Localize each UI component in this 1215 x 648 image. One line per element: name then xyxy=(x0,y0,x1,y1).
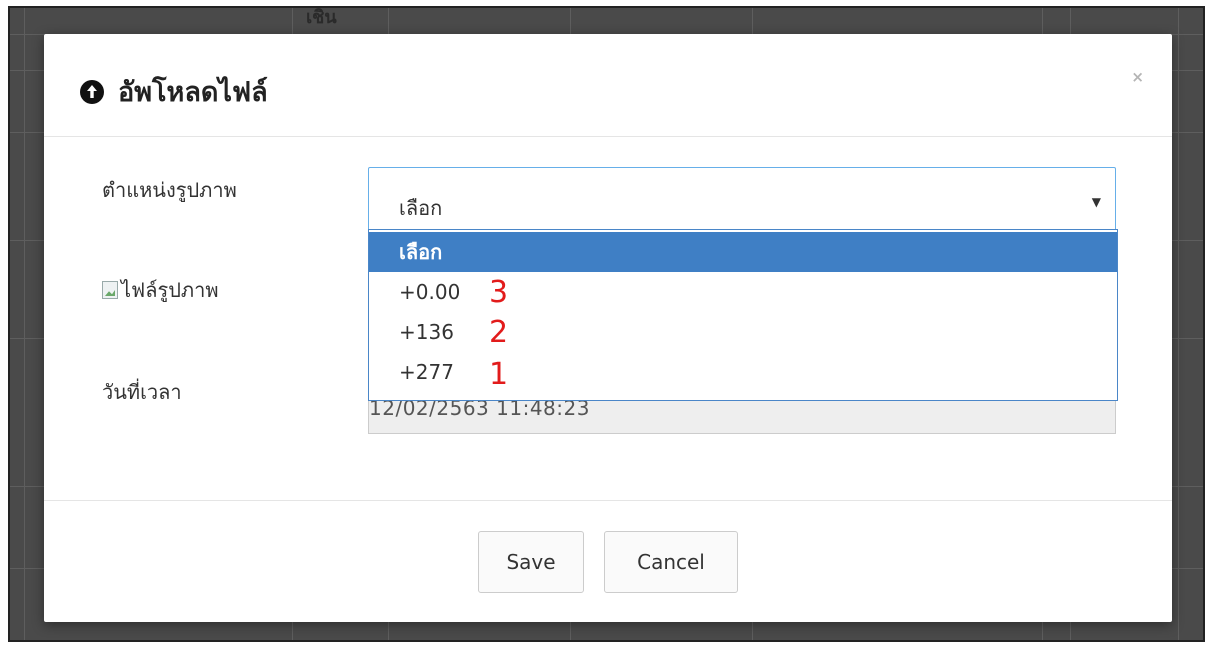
option-277[interactable]: +277 xyxy=(369,352,1117,392)
modal-title-text: อัพโหลดไฟล์ xyxy=(118,77,268,108)
datetime-field[interactable]: 12/02/2563 11:48:23 xyxy=(368,396,1116,434)
save-button[interactable]: Save xyxy=(478,531,584,593)
cancel-button[interactable]: Cancel xyxy=(604,531,738,593)
datetime-label: วันที่เวลา xyxy=(102,380,182,404)
background-header-text: เชิน xyxy=(306,7,337,28)
broken-image: ไฟล์รูปภาพ xyxy=(102,274,219,306)
upload-icon xyxy=(80,79,104,104)
annotation-3: 3 xyxy=(489,275,509,310)
option-0-00[interactable]: +0.00 xyxy=(369,272,1117,312)
broken-image-icon xyxy=(102,281,118,299)
upload-modal: อัพโหลดไฟล์ × ตำแหน่งรูปภาพ เลือก ▼ ไฟล์… xyxy=(44,34,1172,622)
modal-title: อัพโหลดไฟล์ xyxy=(80,70,268,113)
modal-header: อัพโหลดไฟล์ × xyxy=(44,34,1172,137)
select-value: เลือก xyxy=(399,196,443,220)
position-dropdown-list[interactable]: เลือก +0.00 +136 +277 3 2 1 xyxy=(368,229,1118,401)
caret-down-icon: ▼ xyxy=(1091,195,1101,209)
close-icon[interactable]: × xyxy=(1131,68,1144,86)
annotation-1: 1 xyxy=(489,357,509,392)
annotation-2: 2 xyxy=(489,315,509,350)
option-136[interactable]: +136 xyxy=(369,312,1117,352)
option-select[interactable]: เลือก xyxy=(369,232,1117,272)
image-alt-text: ไฟล์รูปภาพ xyxy=(121,278,219,302)
position-select[interactable]: เลือก ▼ xyxy=(368,167,1116,231)
position-label: ตำแหน่งรูปภาพ xyxy=(102,178,237,202)
modal-footer: Save Cancel xyxy=(44,500,1172,623)
